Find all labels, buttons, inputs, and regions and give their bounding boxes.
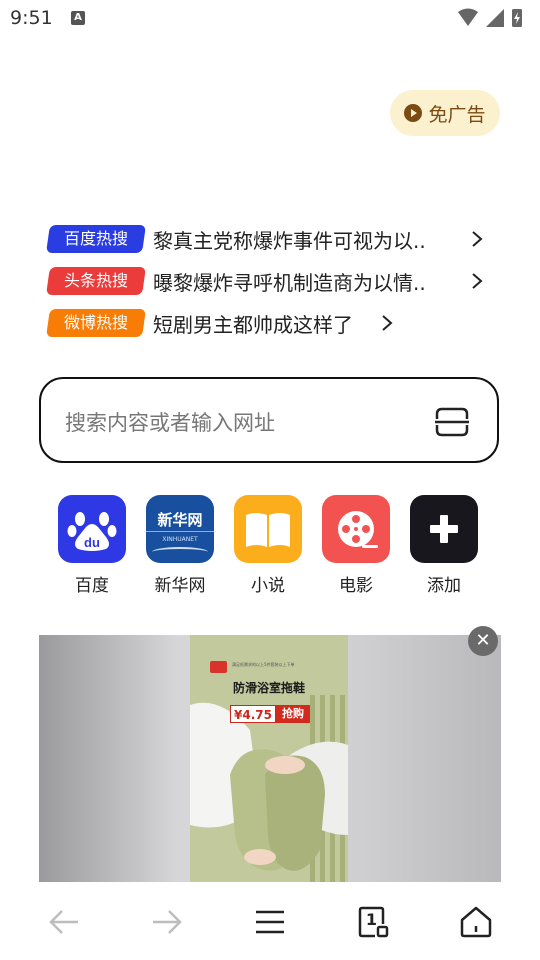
chevron-right-icon — [472, 273, 483, 289]
film-reel-icon — [322, 495, 390, 563]
bottom-nav: 1 — [0, 882, 540, 960]
chevron-right-icon — [382, 315, 393, 331]
shortcut-label: 电影 — [339, 576, 373, 596]
hot-headline: 短剧男主都帅成这样了 — [153, 312, 353, 337]
svg-text:du: du — [84, 535, 100, 550]
search-input[interactable]: 搜索内容或者输入网址 — [65, 407, 275, 437]
book-icon — [234, 495, 302, 563]
xinhua-logo-text: 新华网 — [157, 511, 203, 529]
ad-free-label: 免广告 — [428, 103, 486, 126]
shortcut-label: 百度 — [75, 576, 109, 596]
hot-source-badge: 头条热搜 — [46, 267, 146, 295]
ad-brand-logo — [210, 661, 227, 673]
shortcut-xinhua[interactable]: 新华网 XINHUANET 新华网 — [145, 495, 215, 596]
tabs-button[interactable]: 1 — [353, 902, 393, 942]
hot-item-weibo[interactable]: 微博热搜 短剧男主都帅成这样了 — [46, 308, 498, 338]
shortcut-label: 添加 — [427, 576, 461, 596]
status-time: 9:51 — [10, 7, 53, 29]
chevron-right-icon — [472, 231, 483, 247]
ad-product-image: 满足低需求的以上5件套装以上下单 防滑浴室拖鞋 ¥4.75 抢购 — [190, 635, 348, 882]
forward-arrow-icon[interactable] — [147, 902, 187, 942]
xinhua-logo-icon: 新华网 XINHUANET — [146, 495, 214, 563]
status-bar: 9:51 A — [0, 0, 540, 38]
shortcut-movie[interactable]: 电影 — [321, 495, 391, 596]
tab-count: 1 — [365, 910, 378, 929]
plus-icon — [410, 495, 478, 563]
notification-a-icon: A — [71, 11, 85, 25]
ad-buy-label: 抢购 — [275, 705, 310, 723]
wifi-icon — [458, 8, 478, 26]
play-circle-icon — [404, 104, 423, 122]
system-status-icons — [458, 8, 522, 27]
ad-small-text: 满足低需求的以上5件套装以上下单 — [232, 662, 295, 667]
ad-banner[interactable]: 满足低需求的以上5件套装以上下单 防滑浴室拖鞋 ¥4.75 抢购 — [39, 635, 501, 882]
back-arrow-icon[interactable] — [44, 902, 84, 942]
search-box[interactable]: 搜索内容或者输入网址 — [39, 377, 499, 463]
hot-item-baidu[interactable]: 百度热搜 黎真主党称爆炸事件可视为以.. — [46, 224, 498, 254]
hot-headline: 黎真主党称爆炸事件可视为以.. — [153, 228, 426, 253]
home-icon[interactable] — [456, 902, 496, 942]
xinhua-logo-sub: XINHUANET — [162, 536, 198, 543]
ad-title: 防滑浴室拖鞋 — [232, 681, 305, 695]
hot-headline: 曝黎爆炸寻呼机制造商为以情.. — [153, 270, 426, 295]
hot-source-badge: 百度热搜 — [46, 225, 146, 253]
signal-icon — [486, 9, 504, 27]
scan-icon[interactable] — [435, 407, 469, 437]
shortcut-novel[interactable]: 小说 — [233, 495, 303, 596]
hot-item-toutiao[interactable]: 头条热搜 曝黎爆炸寻呼机制造商为以情.. — [46, 266, 498, 296]
ad-close-button[interactable]: ✕ — [468, 626, 498, 656]
baidu-paw-icon: du — [58, 495, 126, 563]
shortcut-label: 新华网 — [154, 576, 206, 596]
shortcut-label: 小说 — [251, 576, 285, 596]
ad-price-tag: ¥4.75 抢购 — [230, 705, 312, 723]
menu-icon[interactable] — [250, 902, 290, 942]
shortcut-baidu[interactable]: du 百度 — [57, 495, 127, 596]
shortcut-add[interactable]: 添加 — [409, 495, 479, 596]
hot-source-badge: 微博热搜 — [46, 309, 146, 337]
ad-free-button[interactable]: 免广告 — [390, 90, 500, 136]
ad-price: ¥4.75 — [230, 705, 276, 723]
